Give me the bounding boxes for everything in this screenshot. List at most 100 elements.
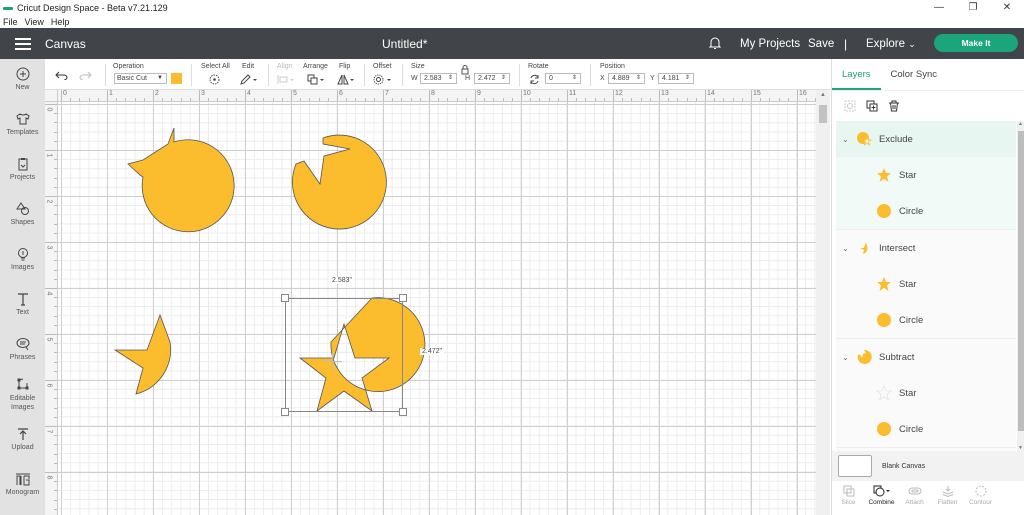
position-x-value: 4.889 [612, 75, 630, 82]
layer-group-row[interactable]: ⌄ Subtract [836, 339, 1016, 375]
ruler-minor-tick [54, 315, 57, 317]
sidebar-item-phrases[interactable]: Phrases [0, 337, 45, 361]
tab-color-sync[interactable]: Color Sync [881, 59, 947, 90]
width-input[interactable]: 2.583 ⇕ [420, 73, 457, 84]
layer-group-row[interactable]: ⌄ Exclude [836, 121, 1016, 157]
tab-layers[interactable]: Layers [832, 59, 881, 90]
bell-icon[interactable] [709, 36, 721, 50]
layer-group-exclude[interactable]: ⌄ Exclude Star Circle [836, 121, 1016, 230]
minimize-icon[interactable]: — [922, 0, 956, 16]
ruler-minor-tick [585, 98, 587, 101]
combine-button[interactable]: Combine [865, 485, 898, 515]
layers-scrollbar[interactable]: ▲ ▼ [1017, 121, 1024, 451]
rotate-icon[interactable] [529, 74, 540, 85]
sidebar-item-editable-images[interactable]: Editable Images [0, 377, 45, 412]
resize-handle-top-left[interactable] [281, 294, 289, 302]
offset-icon[interactable] [373, 74, 393, 85]
sidebar-item-monogram[interactable]: Monogram [0, 472, 45, 496]
scrollbar-thumb[interactable] [819, 105, 827, 123]
shape-star-intersect[interactable] [113, 313, 171, 395]
flip-icon[interactable] [337, 74, 355, 85]
menu-file[interactable]: File [3, 17, 18, 27]
scroll-up-icon[interactable]: ▲ [1018, 121, 1023, 127]
ruler-minor-tick [54, 416, 57, 418]
sidebar-item-images[interactable]: Images [0, 247, 45, 271]
save-button[interactable]: Save [808, 38, 834, 50]
layer-group-subtract[interactable]: ⌄ Subtract Star Circle [836, 339, 1016, 448]
color-swatch[interactable] [171, 73, 182, 84]
position-y-input[interactable]: 4.181 ⇕ [658, 73, 694, 84]
ruler-major-tick [567, 90, 568, 101]
my-projects-link[interactable]: My Projects [740, 38, 800, 50]
menubar: File View Help [0, 15, 1024, 28]
selection-box[interactable] [285, 298, 403, 412]
layer-item-circle[interactable]: Circle [836, 302, 1016, 338]
ruler-minor-tick [54, 140, 57, 142]
select-all-icon[interactable] [209, 74, 220, 85]
close-icon[interactable]: ✕ [990, 0, 1024, 16]
layer-item-star[interactable]: Star [836, 157, 1016, 193]
redo-icon[interactable] [79, 71, 92, 80]
scrollbar-thumb[interactable] [1018, 131, 1024, 431]
ruler-minor-tick [143, 98, 145, 101]
menu-view[interactable]: View [25, 17, 44, 27]
make-it-button[interactable]: Make It [934, 34, 1018, 52]
layer-group-row[interactable]: ⌄ Intersect [836, 230, 1016, 266]
layer-name: Circle [899, 205, 924, 217]
layer-item-star[interactable]: Star [836, 375, 1016, 411]
sidebar-item-new[interactable]: New [0, 67, 45, 91]
scroll-up-icon[interactable]: ▲ [820, 92, 826, 98]
ruler-tick-label: 7 [45, 429, 53, 434]
design-canvas[interactable]: 2.583" 2.472" [58, 102, 816, 515]
layer-name: Exclude [879, 133, 913, 145]
restore-icon[interactable]: ❐ [956, 0, 990, 16]
layer-group-intersect[interactable]: ⌄ Intersect Star Circle [836, 230, 1016, 339]
sidebar-item-text[interactable]: Text [0, 292, 45, 316]
chevron-down-icon[interactable]: ⌄ [842, 135, 850, 144]
ruler-minor-tick [327, 98, 329, 101]
resize-handle-bottom-right[interactable] [399, 408, 407, 416]
menu-help[interactable]: Help [51, 17, 70, 27]
layer-item-circle[interactable]: Circle [836, 411, 1016, 447]
sidebar-item-projects[interactable]: Projects [0, 157, 45, 181]
duplicate-icon[interactable] [866, 100, 878, 112]
edit-pencil-icon[interactable] [240, 74, 258, 85]
layer-name: Star [899, 387, 917, 399]
chevron-down-icon[interactable]: ⌄ [842, 353, 850, 362]
canvas-vertical-scrollbar[interactable]: ▲ [816, 90, 830, 515]
operation-select[interactable]: Basic Cut ▼ [114, 73, 167, 84]
sidebar-item-upload[interactable]: Upload [0, 427, 45, 451]
slice-label: Slice [841, 499, 856, 506]
blank-canvas-layer[interactable]: Blank Canvas [832, 451, 1024, 481]
resize-handle-bottom-left[interactable] [281, 408, 289, 416]
chevron-down-icon[interactable]: ⌄ [842, 244, 850, 253]
ruler-minor-tick [695, 98, 697, 101]
hamburger-menu-icon[interactable] [15, 37, 31, 50]
ruler-minor-tick [576, 98, 578, 101]
explore-dropdown[interactable]: Explore ⌄ [866, 38, 916, 50]
delete-icon[interactable] [888, 100, 900, 112]
ruler-minor-tick [54, 159, 57, 161]
sidebar-item-shapes[interactable]: Shapes [0, 202, 45, 226]
resize-handle-top-right[interactable] [399, 294, 407, 302]
ruler-major-tick [61, 90, 62, 101]
stepper-icon: ⇕ [684, 75, 690, 81]
ruler-minor-tick [54, 407, 57, 409]
stepper-icon: ⇕ [571, 75, 577, 81]
ruler-minor-tick [189, 98, 191, 101]
shape-circle-minus-star[interactable] [292, 134, 387, 230]
undo-icon[interactable] [55, 71, 68, 80]
ruler-minor-tick [226, 98, 228, 101]
layer-item-circle[interactable]: Circle [836, 193, 1016, 229]
rotate-input[interactable]: 0 ⇕ [545, 73, 581, 84]
sidebar-label: New [15, 84, 30, 91]
sidebar-item-templates[interactable]: Templates [0, 112, 45, 136]
ruler-minor-tick [401, 98, 403, 101]
ruler-minor-tick [668, 98, 670, 101]
arrange-icon[interactable] [307, 74, 325, 85]
layer-item-star[interactable]: Star [836, 266, 1016, 302]
height-input[interactable]: 2.472 ⇕ [474, 73, 510, 84]
shape-circle-with-star-points[interactable] [125, 124, 235, 234]
lock-icon[interactable] [460, 65, 470, 75]
position-x-input[interactable]: 4.889 ⇕ [608, 73, 645, 84]
